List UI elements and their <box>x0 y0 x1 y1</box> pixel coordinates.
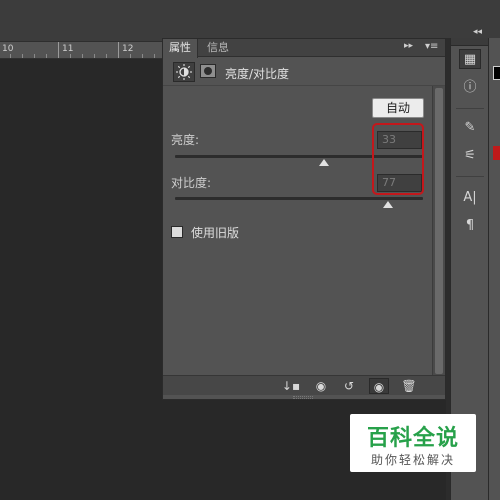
watermark-title: 百科全说 <box>366 426 459 451</box>
paragraph-icon[interactable]: ¶ <box>459 216 481 236</box>
panel-title: 亮度/对比度 <box>225 67 290 81</box>
properties-panel: 属性 信息 ▸▸ ▾≡ 亮度/对比度 自动 亮度: 33 对比度: 77 使用旧… <box>162 38 446 400</box>
reset-icon[interactable]: ↺ <box>339 378 359 394</box>
panel-resize-grip[interactable] <box>293 396 313 399</box>
ruler-tick: 12 <box>118 42 133 58</box>
tab-info[interactable]: 信息 <box>201 39 235 57</box>
tab-properties[interactable]: 属性 <box>163 39 198 58</box>
trash-icon[interactable]: 🗑 <box>399 378 419 394</box>
brightness-contrast-icon[interactable] <box>173 62 195 82</box>
contrast-label: 对比度: <box>171 176 212 190</box>
panel-scrollbar[interactable] <box>432 86 445 375</box>
panel-menu-icon[interactable]: ▾≡ <box>425 41 438 52</box>
watermark-subtitle: 助你轻松解决 <box>370 453 455 467</box>
use-legacy-checkbox[interactable] <box>171 226 183 238</box>
contrast-slider-thumb[interactable] <box>383 201 394 208</box>
character-icon[interactable]: A| <box>459 188 481 208</box>
collapse-dock-icon[interactable]: ◂◂ <box>473 27 482 37</box>
top-bar <box>0 0 500 42</box>
brightness-label: 亮度: <box>171 133 200 147</box>
brightness-slider-thumb[interactable] <box>318 159 329 166</box>
panel-footer: ↓▪ ◉ ↺ ◉ 🗑 <box>163 375 445 395</box>
panel-expand-icon[interactable]: ▸▸ <box>404 41 413 51</box>
watermark: 百科全说 助你轻松解决 <box>350 414 476 472</box>
color-swatch[interactable] <box>493 146 500 160</box>
contrast-slider[interactable] <box>175 197 423 208</box>
adjustment-header: 亮度/对比度 <box>163 58 445 86</box>
visibility-eye-icon[interactable]: ◉ <box>369 378 389 394</box>
horizontal-ruler: 10 11 12 <box>0 42 162 59</box>
ruler-tick: 11 <box>58 42 73 58</box>
foreground-swatch[interactable] <box>493 66 500 80</box>
document-canvas[interactable] <box>0 60 162 500</box>
brushes-icon[interactable]: ✎ <box>459 118 481 138</box>
info-icon[interactable]: ⓘ <box>459 78 481 98</box>
brush-presets-icon[interactable]: ⚟ <box>459 146 481 166</box>
right-panel-edge <box>488 38 500 500</box>
panel-tab-bar: 属性 信息 ▸▸ ▾≡ <box>163 39 445 58</box>
auto-button[interactable]: 自动 <box>372 98 424 118</box>
view-previous-state-icon[interactable]: ◉ <box>311 378 331 394</box>
use-legacy-label: 使用旧版 <box>191 226 240 240</box>
highlight-annotation <box>372 123 424 195</box>
clip-to-layer-icon[interactable]: ↓▪ <box>281 378 301 394</box>
panel-scrollbar-thumb[interactable] <box>435 88 443 374</box>
layer-mask-icon[interactable] <box>200 64 216 78</box>
adjustments-icon[interactable]: ▦ <box>459 49 481 69</box>
